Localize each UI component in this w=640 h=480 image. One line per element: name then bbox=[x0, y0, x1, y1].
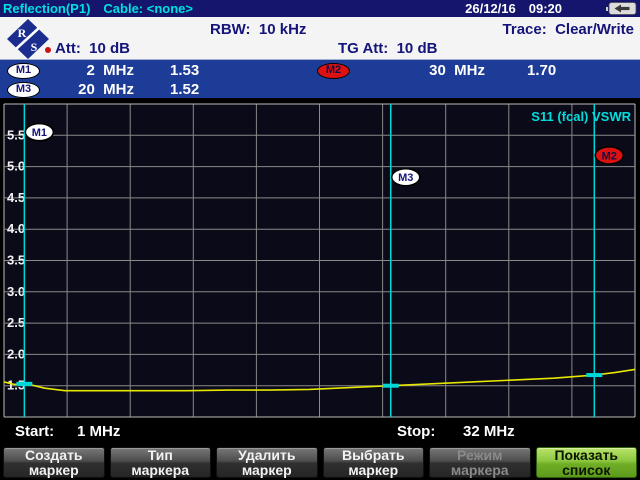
frequency-range-bar: Start: 1 MHz Stop: 32 MHz bbox=[0, 420, 640, 446]
marker-badge-label: M2 bbox=[602, 150, 617, 162]
marker-trace-tick-m2 bbox=[586, 373, 602, 377]
marker-m1-freq: 2 MHz bbox=[46, 62, 134, 80]
measurement-title: Reflection(P1) Cable: <none> bbox=[3, 1, 193, 16]
marker-badge-label: M3 bbox=[398, 172, 413, 184]
svg-text:R: R bbox=[18, 26, 27, 40]
vswr-plot-svg: 5.55.04.54.03.53.02.52.01.5M1M2M3S11 (fc… bbox=[0, 98, 640, 420]
y-axis-tick-label: 4.5 bbox=[7, 190, 25, 205]
attenuation-value: Att: 10 dB bbox=[55, 40, 130, 57]
stop-label: Stop: bbox=[397, 423, 435, 440]
marker-trace-tick-m3 bbox=[383, 384, 399, 388]
date-label: 26/12/16 bbox=[465, 1, 516, 16]
marker-badge-m2: M2 bbox=[317, 63, 350, 79]
rbw-value: RBW: 10 kHz bbox=[210, 21, 306, 38]
y-axis-tick-label: 5.5 bbox=[7, 127, 25, 142]
vswr-chart: 5.55.04.54.03.53.02.52.01.5M1M2M3S11 (fc… bbox=[0, 98, 640, 420]
softkey-marker-type[interactable]: Типмаркера bbox=[110, 447, 212, 478]
marker-table-row: M1 2 MHz 1.53 M2 30 MHz 1.70 bbox=[0, 62, 640, 81]
y-axis-tick-label: 2.0 bbox=[7, 346, 25, 361]
y-axis-tick-label: 3.0 bbox=[7, 284, 25, 299]
svg-text:S: S bbox=[31, 40, 38, 54]
softkey-delete-marker[interactable]: Удалитьмаркер bbox=[216, 447, 318, 478]
rs-brand-logo-icon: R S bbox=[6, 18, 50, 64]
start-value: 1 MHz bbox=[77, 423, 120, 440]
tg-attenuation-value: TG Att: 10 dB bbox=[338, 40, 437, 57]
chart-title: S11 (fcal) VSWR bbox=[531, 109, 631, 124]
marker-m3-value: 1.52 bbox=[170, 81, 199, 99]
settings-bar: R S Att: 10 dB RBW: 10 kHz TG Att: 10 dB… bbox=[0, 17, 640, 60]
y-axis-tick-label: 5.0 bbox=[7, 159, 25, 174]
marker-badge-m1: M1 bbox=[7, 63, 40, 79]
marker-m3-freq: 20 MHz bbox=[46, 81, 134, 99]
trace-mode-value: Trace: Clear/Write bbox=[503, 21, 634, 38]
softkey-create-marker[interactable]: Создатьмаркер bbox=[3, 447, 105, 478]
softkey-show-list[interactable]: Показатьсписок bbox=[536, 447, 638, 478]
analyzer-screen: Reflection(P1) Cable: <none> 26/12/16 09… bbox=[0, 0, 640, 480]
marker-badge-m3: M3 bbox=[7, 82, 40, 98]
start-label: Start: bbox=[15, 423, 54, 440]
softkey-bar: Создатьмаркер Типмаркера Удалитьмаркер В… bbox=[0, 446, 640, 480]
stop-value: 32 MHz bbox=[463, 423, 515, 440]
marker-m2-freq: 30 MHz bbox=[385, 62, 485, 80]
y-axis-tick-label: 2.5 bbox=[7, 315, 25, 330]
marker-m2-value: 1.70 bbox=[527, 62, 556, 80]
status-area: 26/12/16 09:20 bbox=[465, 1, 637, 16]
measurement-mode-label: Reflection(P1) bbox=[3, 1, 90, 16]
battery-charging-icon bbox=[605, 2, 637, 15]
y-axis-tick-label: 4.0 bbox=[7, 221, 25, 236]
cable-label: Cable: <none> bbox=[103, 1, 193, 16]
marker-table: M1 2 MHz 1.53 M2 30 MHz 1.70 M3 20 MHz 1… bbox=[0, 60, 640, 98]
softkey-select-marker[interactable]: Выбратьмаркер bbox=[323, 447, 425, 478]
y-axis-tick-label: 3.5 bbox=[7, 253, 25, 268]
marker-m1-value: 1.53 bbox=[170, 62, 199, 80]
softkey-marker-mode[interactable]: Режиммаркера bbox=[429, 447, 531, 478]
marker-badge-label: M1 bbox=[32, 127, 47, 139]
title-bar: Reflection(P1) Cable: <none> 26/12/16 09… bbox=[0, 0, 640, 17]
time-label: 09:20 bbox=[529, 1, 562, 16]
red-dot-icon bbox=[45, 47, 51, 53]
marker-trace-tick-m1 bbox=[16, 382, 32, 386]
